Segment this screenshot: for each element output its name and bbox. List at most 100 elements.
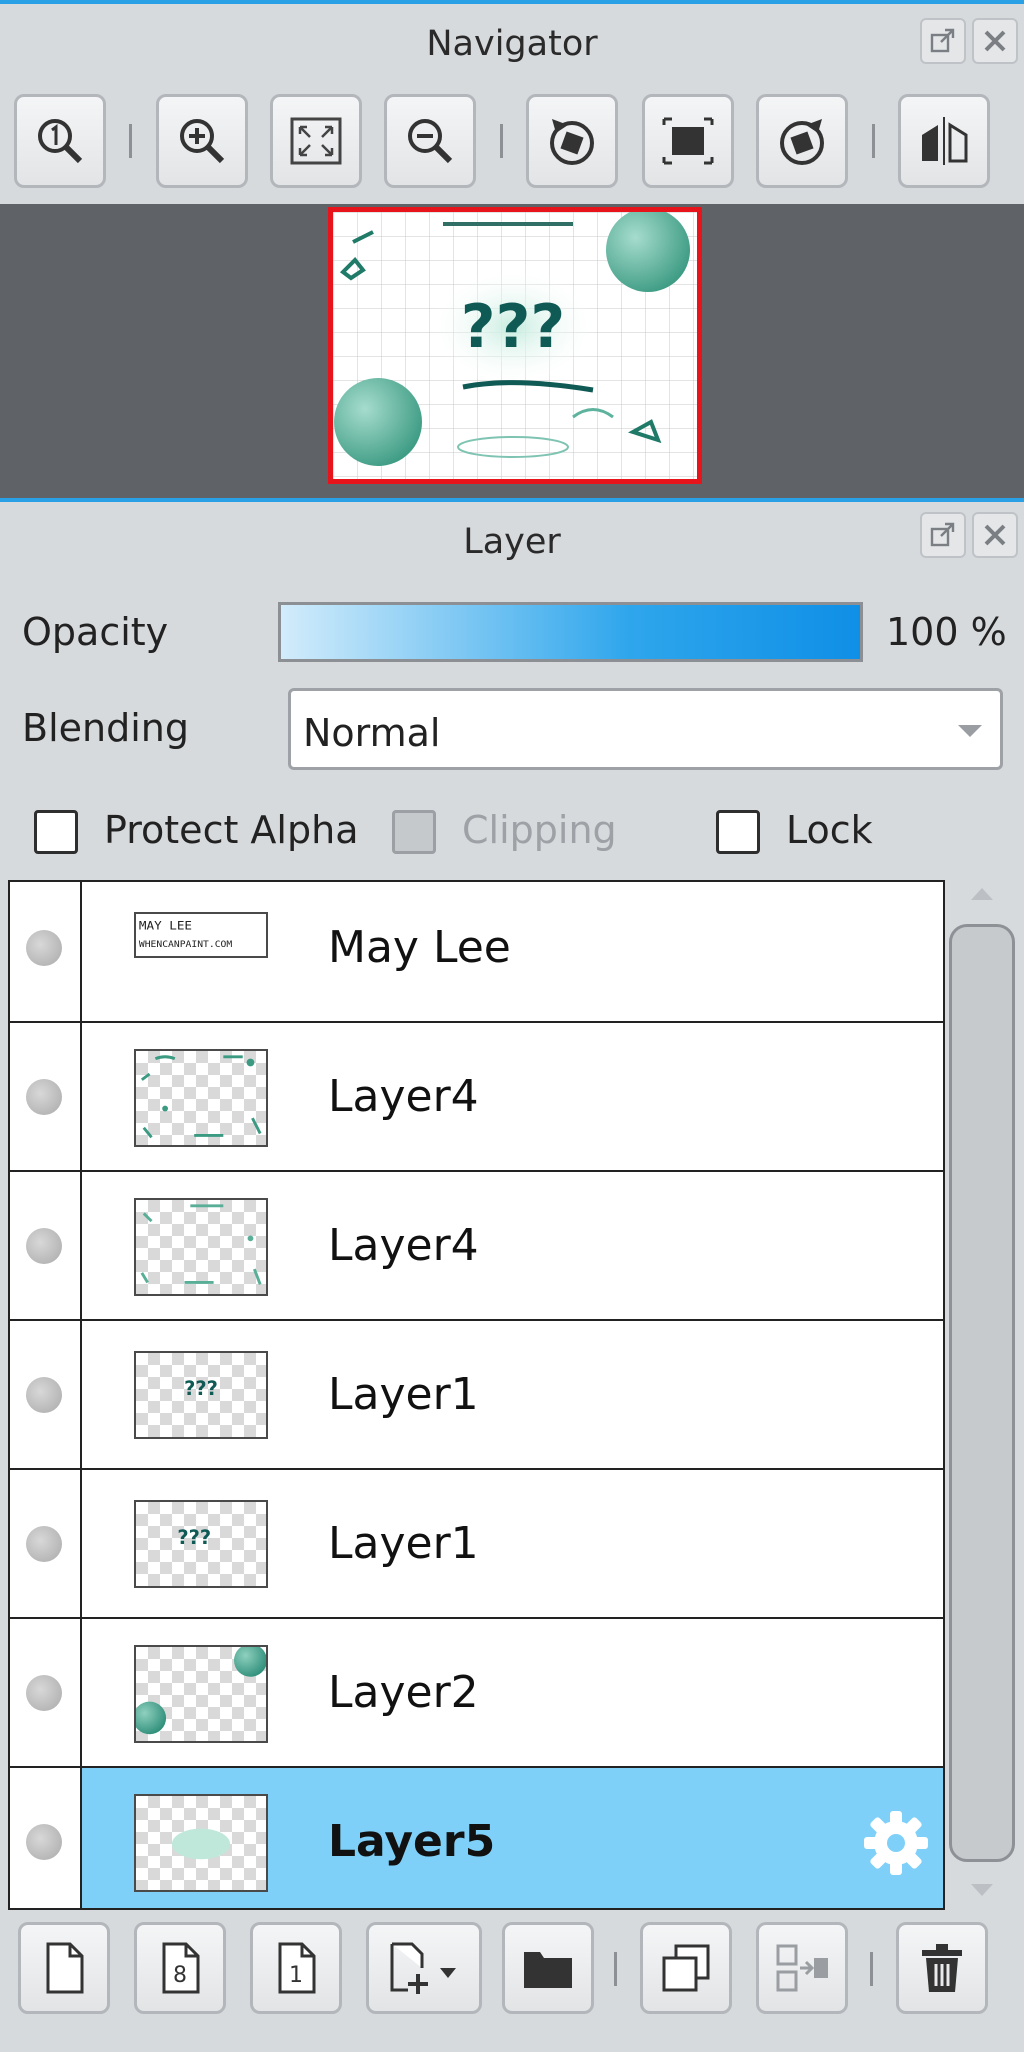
visibility-toggle[interactable] [26,929,62,966]
folder-icon [524,1952,572,1988]
layer-thumbnail [134,1794,268,1892]
gear-icon[interactable] [861,1808,931,1878]
blending-label: Blending [22,706,189,750]
trash-icon [922,1944,962,1992]
svg-text:???: ??? [184,1377,218,1400]
protect-alpha-checkbox[interactable] [34,810,78,854]
reset-rotation-icon [662,117,714,165]
layer-list[interactable]: MAY LEE WHENCANPAINT.COM May Lee Layer4 [8,880,945,1910]
rotate-left-button[interactable] [526,94,618,188]
navigator-title: Navigator [426,24,598,64]
page-8-icon: 8 [162,1942,200,1994]
page-1-icon: 1 [278,1942,316,1994]
layer-thumbnail: ??? [134,1351,268,1439]
rotate-left-icon [550,119,594,165]
zoom-100-icon [38,119,83,164]
clipping-checkbox[interactable] [392,810,436,854]
layer-close-button[interactable] [972,512,1018,558]
close-icon [984,524,1006,546]
chevron-down-icon [958,725,982,737]
flip-horizontal-icon [922,117,968,165]
layer-name: Layer5 [328,1815,496,1867]
layer-thumbnail: MAY LEE WHENCANPAINT.COM [134,912,268,958]
scroll-down-icon[interactable] [971,1884,993,1896]
add-layer-menu-button[interactable] [366,1922,482,2014]
svg-text:1: 1 [289,1963,303,1988]
layer-name: May Lee [328,921,511,973]
layer-thumbnail [134,1198,268,1296]
navigator-preview-area[interactable]: ??? [0,204,1024,498]
new-layer-button[interactable] [18,1922,110,2014]
delete-layer-button[interactable] [896,1922,988,2014]
visibility-toggle[interactable] [26,1525,62,1562]
popout-icon [930,28,955,53]
layer-row[interactable]: Layer2 [10,1619,943,1768]
duplicate-layer-button[interactable] [640,1922,732,2014]
layer-title: Layer [463,522,561,562]
blending-value: Normal [303,711,441,755]
lock-checkbox[interactable] [716,810,760,854]
svg-text:WHENCANPAINT.COM: WHENCANPAINT.COM [139,939,233,950]
scroll-thumb[interactable] [949,924,1015,1862]
layer-row[interactable]: ??? Layer1 [10,1321,943,1470]
new-page-icon [46,1942,84,1994]
layer-name: Layer1 [328,1368,479,1420]
svg-text:???: ??? [461,292,565,362]
svg-text:8: 8 [173,1963,187,1988]
visibility-toggle[interactable] [26,1227,62,1264]
zoom-in-icon [180,119,225,164]
reset-rotation-button[interactable] [642,94,734,188]
zoom-in-button[interactable] [156,94,248,188]
lock-label: Lock [786,808,873,852]
svg-text:???: ??? [177,1526,211,1549]
layer-thumbnail [134,1049,268,1147]
layer-float-button[interactable] [920,512,966,558]
flip-horizontal-button[interactable] [898,94,990,188]
canvas-preview[interactable]: ??? [328,207,702,484]
fit-window-icon [290,117,342,165]
new-8bit-layer-button[interactable]: 8 [134,1922,226,2014]
layer-thumbnail [134,1645,268,1743]
scroll-up-icon[interactable] [971,888,993,900]
layer-row[interactable]: ??? Layer1 [10,1470,943,1619]
protect-alpha-label: Protect Alpha [104,808,359,852]
layer-row[interactable]: MAY LEE WHENCANPAINT.COM May Lee [10,882,943,1023]
visibility-toggle[interactable] [26,1376,62,1413]
opacity-value: 100 % [886,610,1007,654]
layer-list-scrollbar[interactable] [947,880,1017,1910]
merge-down-button[interactable] [756,1922,848,2014]
new-folder-button[interactable] [502,1922,594,2014]
layer-name: Layer4 [328,1070,479,1122]
navigator-float-button[interactable] [920,18,966,64]
layer-name: Layer4 [328,1219,479,1271]
visibility-toggle[interactable] [26,1674,62,1711]
opacity-label: Opacity [22,610,169,654]
svg-text:MAY LEE: MAY LEE [139,919,192,933]
rotate-right-button[interactable] [756,94,848,188]
clipping-label: Clipping [462,808,617,852]
layer-name: Layer1 [328,1517,479,1569]
navigator-panel: Navigator ??? [0,0,1024,498]
layer-row-selected[interactable]: Layer5 [10,1768,943,1908]
zoom-out-button[interactable] [384,94,476,188]
new-1bit-layer-button[interactable]: 1 [250,1922,342,2014]
layer-thumbnail: ??? [134,1500,268,1588]
fit-to-window-button[interactable] [270,94,362,188]
rotate-right-icon [780,119,824,165]
zoom-actual-size-button[interactable] [14,94,106,188]
canvas-thumbnail-image: ??? [333,212,697,479]
layer-row[interactable]: Layer4 [10,1023,943,1172]
visibility-toggle[interactable] [26,1823,62,1860]
visibility-toggle[interactable] [26,1078,62,1115]
merge-down-icon [776,1944,828,1992]
layer-name: Layer2 [328,1666,479,1718]
layer-row[interactable]: Layer4 [10,1172,943,1321]
duplicate-icon [662,1944,710,1992]
layer-panel: Layer Opacity 100 % Blending Normal Prot… [0,498,1024,2052]
navigator-close-button[interactable] [972,18,1018,64]
zoom-out-icon [408,119,453,164]
add-page-dropdown-icon [390,1942,456,1994]
popout-icon [930,522,955,547]
blending-select[interactable]: Normal [288,688,1003,770]
opacity-slider[interactable] [278,602,863,662]
